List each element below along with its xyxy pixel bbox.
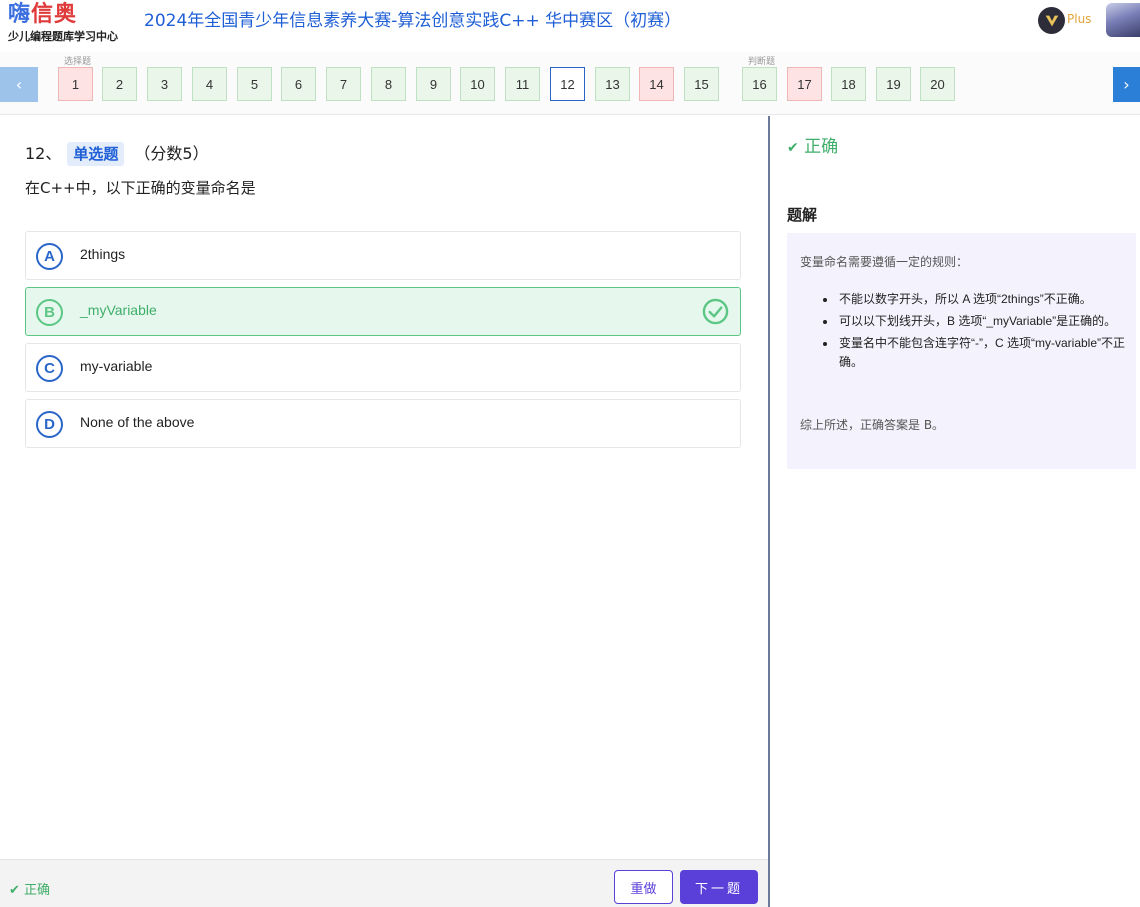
next-question-button[interactable]: 下一题 — [680, 870, 758, 904]
question-number: 12、 — [25, 144, 62, 163]
question-text: 在C++中，以下正确的变量命名是 — [25, 179, 256, 197]
avatar[interactable] — [1106, 3, 1140, 37]
page-title: 2024年全国青少年信息素养大赛-算法创意实践C++ 华中赛区（初赛） — [144, 11, 682, 31]
question-nav-button[interactable]: 1 — [58, 67, 93, 101]
plus-label[interactable]: Plus — [1067, 12, 1091, 26]
option-text: 2things — [80, 246, 126, 262]
group-label-judge: 判断题 — [748, 57, 776, 67]
check-icon: ✔ — [787, 140, 799, 156]
question-nav: ‹ 选择题 判断题 1 2 3 4 5 6 7 8 9 10 11 12 13 14 15 16 17 18 19 2… — [0, 52, 1140, 115]
question-footer: ✔ 正确 重做 下一题 — [0, 859, 768, 907]
question-nav-button[interactable]: 5 — [237, 67, 272, 101]
explanation-panel: ✔ 正确 题解 变量命名需要遵循一定的规则： 不能以数字开头，所以 A 选项“2… — [770, 116, 1140, 907]
question-nav-button[interactable]: 17 — [787, 67, 822, 101]
option-c[interactable]: C my-variable — [25, 343, 741, 392]
question-nav-button[interactable]: 13 — [595, 67, 630, 101]
question-nav-button[interactable]: 18 — [831, 67, 866, 101]
option-letter: B — [36, 299, 63, 326]
check-circle-icon — [702, 298, 729, 325]
question-nav-button[interactable]: 16 — [742, 67, 777, 101]
chevron-right-icon: › — [1123, 75, 1130, 94]
question-score: （分数5） — [134, 144, 209, 163]
question-nav-button[interactable]: 20 — [920, 67, 955, 101]
option-letter: C — [36, 355, 63, 382]
explanation-title: 题解 — [787, 206, 818, 224]
result-status: ✔ 正确 — [787, 137, 839, 157]
option-b[interactable]: B _myVariable — [25, 287, 741, 336]
option-text: my-variable — [80, 358, 153, 374]
explanation-conclusion: 综上所述，正确答案是 B。 — [800, 418, 945, 432]
question-nav-button[interactable]: 7 — [326, 67, 361, 101]
option-d[interactable]: D None of the above — [25, 399, 741, 448]
logo-text: 嗨信奥 — [8, 2, 78, 27]
question-nav-button[interactable]: 8 — [371, 67, 406, 101]
question-header: 12、 单选题 （分数5） — [25, 142, 209, 166]
question-nav-button[interactable]: 15 — [684, 67, 719, 101]
question-nav-button[interactable]: 10 — [460, 67, 495, 101]
question-nav-button[interactable]: 3 — [147, 67, 182, 101]
logo[interactable]: 嗨信奥 少儿编程题库学习中心 — [8, 2, 128, 48]
vip-badge-icon[interactable] — [1038, 7, 1065, 34]
check-icon: ✔ — [9, 883, 20, 898]
next-page-button[interactable]: › — [1113, 67, 1140, 102]
explanation-intro: 变量命名需要遵循一定的规则： — [800, 255, 969, 269]
option-letter: D — [36, 411, 63, 438]
question-nav-button[interactable]: 12 — [550, 67, 585, 101]
option-letter: A — [36, 243, 63, 270]
header: 嗨信奥 少儿编程题库学习中心 2024年全国青少年信息素养大赛-算法创意实践C+… — [0, 0, 1140, 52]
chevron-left-icon: ‹ — [15, 75, 23, 94]
explanation-point: 可以以下划线开头，B 选项“_myVariable”是正确的。 — [800, 312, 1125, 331]
question-panel: 12、 单选题 （分数5） 在C++中，以下正确的变量命名是 A 2things B… — [0, 116, 768, 907]
footer-status: ✔ 正确 — [9, 883, 51, 898]
question-nav-button[interactable]: 2 — [102, 67, 137, 101]
explanation-point: 不能以数字开头，所以 A 选项“2things”不正确。 — [800, 290, 1125, 309]
logo-subtitle: 少儿编程题库学习中心 — [8, 30, 118, 43]
explanation-box: 变量命名需要遵循一定的规则： 不能以数字开头，所以 A 选项“2things”不… — [787, 233, 1136, 469]
explanation-list: 不能以数字开头，所以 A 选项“2things”不正确。 可以以下划线开头，B … — [800, 290, 1125, 375]
question-nav-button[interactable]: 19 — [876, 67, 911, 101]
question-nav-button[interactable]: 14 — [639, 67, 674, 101]
option-text: None of the above — [80, 414, 195, 430]
question-type-badge: 单选题 — [67, 142, 125, 166]
question-nav-button[interactable]: 9 — [416, 67, 451, 101]
redo-button[interactable]: 重做 — [614, 870, 673, 904]
explanation-point: 变量名中不能包含连字符“-”，C 选项“my-variable”不正确。 — [800, 334, 1125, 372]
option-text: _myVariable — [80, 302, 157, 318]
question-nav-button[interactable]: 4 — [192, 67, 227, 101]
question-nav-button[interactable]: 6 — [281, 67, 316, 101]
question-nav-button[interactable]: 11 — [505, 67, 540, 101]
group-label-single: 选择题 — [64, 57, 92, 67]
option-a[interactable]: A 2things — [25, 231, 741, 280]
prev-page-button[interactable]: ‹ — [0, 67, 38, 102]
